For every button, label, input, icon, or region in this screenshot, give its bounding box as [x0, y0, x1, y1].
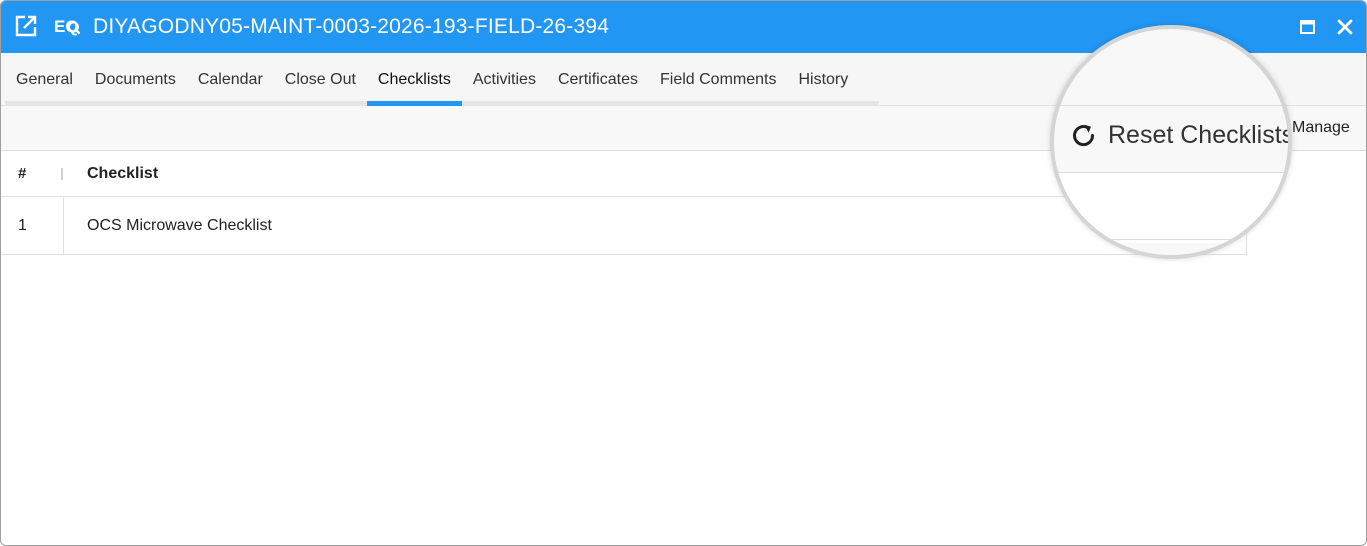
popout-icon[interactable] [14, 14, 38, 38]
tab-certificates[interactable]: Certificates [547, 53, 649, 106]
tab-general[interactable]: General [5, 53, 84, 106]
checklists-window: EQ DIYAGODNY05-MAINT-0003-2026-193-FIELD… [0, 0, 1367, 546]
reset-checklists-label: Reset Checklists [1108, 121, 1292, 149]
tab-checklists[interactable]: Checklists [366, 53, 462, 106]
magnified-grid-header [1054, 173, 1288, 243]
column-header-number[interactable]: # [18, 165, 26, 182]
checklist-name: OCS Microwave Checklist [87, 217, 272, 234]
magnified-tab-divider [1054, 105, 1288, 106]
row-number: 1 [18, 217, 27, 234]
svg-text:EQ: EQ [54, 17, 79, 36]
reset-checklists-button[interactable]: Reset Checklists [1070, 121, 1292, 150]
tab-documents[interactable]: Documents [84, 53, 187, 106]
tab-history[interactable]: History [787, 53, 859, 106]
window-title: DIYAGODNY05-MAINT-0003-2026-193-FIELD-26… [93, 15, 610, 38]
column-header-checklist[interactable]: Checklist [87, 165, 158, 183]
manage-button[interactable]: Manage [1292, 119, 1350, 137]
tab-close-out[interactable]: Close Out [274, 53, 367, 106]
maximize-icon[interactable] [1298, 17, 1318, 37]
reset-checklists-callout: Reset Checklists [1050, 25, 1292, 259]
tab-field-comments[interactable]: Field Comments [649, 53, 787, 106]
refresh-icon [1073, 124, 1095, 146]
column-separator[interactable] [61, 168, 63, 180]
close-icon[interactable] [1335, 17, 1355, 37]
cell-divider [63, 197, 64, 255]
eq-icon[interactable]: EQ [54, 14, 81, 38]
tab-calendar[interactable]: Calendar [187, 53, 274, 106]
magnified-row-divider [1054, 239, 1288, 240]
tab-activities[interactable]: Activities [462, 53, 547, 106]
tabs: General Documents Calendar Close Out Che… [5, 53, 859, 106]
